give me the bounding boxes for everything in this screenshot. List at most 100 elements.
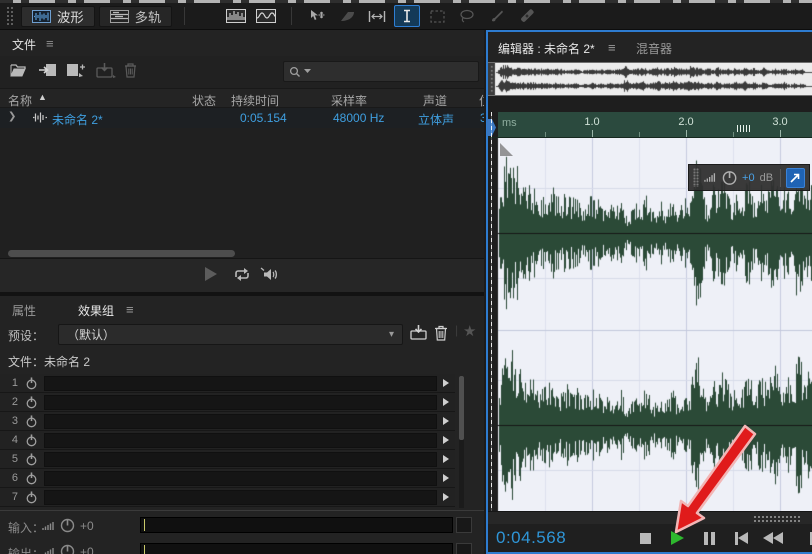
effect-slot-row[interactable]: 3 [0,412,455,431]
stop-button[interactable] [636,530,654,546]
spectral-view-button[interactable] [253,5,279,27]
effect-slot-field[interactable] [44,376,437,391]
file-name[interactable]: 未命名 2* [52,111,103,128]
column-bits[interactable]: 位 [479,92,484,109]
slot-arrow-icon[interactable] [443,417,449,425]
column-duration[interactable]: 持续时间 [231,92,279,109]
play-button[interactable] [668,530,686,546]
hud-grip[interactable] [693,168,699,187]
slot-arrow-icon[interactable] [443,493,449,501]
pause-button[interactable] [700,530,718,546]
move-tool-button[interactable] [304,5,330,27]
power-icon[interactable] [25,453,38,466]
new-file-button[interactable] [66,63,86,77]
tab-properties[interactable]: 属性 [12,302,36,319]
file-search-box[interactable] [283,61,479,82]
file-channels: 立体声 [418,111,454,128]
volume-hud[interactable]: +0 dB [688,164,810,191]
effect-slot-row[interactable]: 6 [0,469,455,488]
file-list-empty-area[interactable] [0,128,484,249]
preview-play-button[interactable] [205,267,217,281]
delete-preset-button[interactable] [434,325,448,341]
waveform-display[interactable]: +0 dB [488,138,812,511]
column-status[interactable]: 状态 [192,92,216,109]
power-icon[interactable] [25,472,38,485]
tab-mixer[interactable]: 混音器 [636,40,672,57]
power-icon[interactable] [25,377,38,390]
effect-slot-field[interactable] [44,471,437,486]
effect-slot-row[interactable]: 2 [0,393,455,412]
effects-panel-menu-icon[interactable]: ≡ [126,302,134,317]
waveform-mode-button[interactable]: 波形 [21,6,95,27]
multitrack-mode-button[interactable]: 多轨 [99,6,173,27]
effect-slot-field[interactable] [44,414,437,429]
effect-slot-row[interactable]: 5 [0,450,455,469]
save-file-button[interactable] [96,63,116,78]
output-meter-scale-box [456,543,472,554]
waveform-overview-strip[interactable] [488,62,812,96]
favorite-star-icon[interactable]: ★ [463,322,476,340]
effect-slot-row[interactable]: 7 [0,488,455,507]
file-list-header[interactable]: 名称 ▲ 状态 持续时间 采样率 声道 位 [0,88,484,108]
files-hscrollbar[interactable] [0,249,484,258]
expand-chevron-icon[interactable]: ❯ [8,111,16,122]
spot-healing-brush-tool-button[interactable] [514,5,540,27]
effect-slot-row[interactable]: 4 [0,431,455,450]
effects-vscrollbar[interactable] [459,376,464,508]
power-icon[interactable] [25,415,38,428]
rewind-button[interactable] [764,530,782,546]
file-row[interactable]: ❯ 未命名 2* 0:05.154 48000 Hz 立体声 3 [0,108,484,128]
save-preset-button[interactable] [410,325,429,340]
lasso-selection-tool-button[interactable] [454,5,480,27]
razor-tool-button[interactable] [334,5,360,27]
paintbrush-tool-button[interactable] [484,5,510,27]
effect-slot-field[interactable] [44,433,437,448]
output-meter-icon [42,547,56,554]
fast-forward-button[interactable] [802,530,812,546]
files-hscrollbar-thumb[interactable] [8,250,235,257]
timeline-ruler[interactable]: ms 1.02.03.0 [488,112,812,138]
output-knob-icon[interactable] [60,544,75,554]
trash-button[interactable] [124,63,137,78]
editor-hscrollbar[interactable] [488,511,812,524]
files-panel-menu-icon[interactable]: ≡ [46,36,54,51]
slot-arrow-icon[interactable] [443,379,449,387]
auto-play-speaker-button[interactable] [260,267,279,282]
input-knob-icon[interactable] [60,518,75,533]
marquee-selection-tool-button[interactable] [424,5,450,27]
playhead-line[interactable] [491,112,492,511]
waveform-view-button[interactable] [223,5,249,27]
tab-files[interactable]: 文件 [12,36,36,53]
slot-arrow-icon[interactable] [443,474,449,482]
hud-gain-value[interactable]: +0 [742,172,755,184]
loop-playback-button[interactable] [233,267,251,282]
time-display[interactable]: 0:04.568 [496,528,566,548]
import-file-button[interactable] [38,63,58,77]
hud-pin-button[interactable] [786,168,805,188]
power-icon[interactable] [25,491,38,504]
time-selection-tool-button[interactable] [364,5,390,27]
power-icon[interactable] [25,396,38,409]
column-name[interactable]: 名称 [8,92,32,109]
effects-vscrollbar-thumb[interactable] [459,376,464,440]
toolbar-grip[interactable] [6,6,13,26]
column-channels[interactable]: 声道 [423,92,447,109]
slot-arrow-icon[interactable] [443,436,449,444]
effect-slot-field[interactable] [44,395,437,410]
hscroll-grip[interactable] [753,515,800,522]
search-input[interactable] [313,66,463,78]
column-sample-rate[interactable]: 采样率 [331,92,367,109]
hud-knob-icon[interactable] [722,170,737,186]
open-file-button[interactable] [10,63,28,77]
slot-arrow-icon[interactable] [443,455,449,463]
editor-panel-menu-icon[interactable]: ≡ [608,40,616,55]
preset-dropdown[interactable]: （默认） ▾ [58,324,403,345]
effect-slot-field[interactable] [44,452,437,467]
effect-slot-row[interactable]: 1 [0,374,455,393]
main-toolbar: 波形 多轨 [0,3,812,30]
skip-to-start-button[interactable] [732,530,750,546]
ibeam-tool-button[interactable] [394,5,420,27]
effect-slot-field[interactable] [44,490,437,505]
power-icon[interactable] [25,434,38,447]
slot-arrow-icon[interactable] [443,398,449,406]
